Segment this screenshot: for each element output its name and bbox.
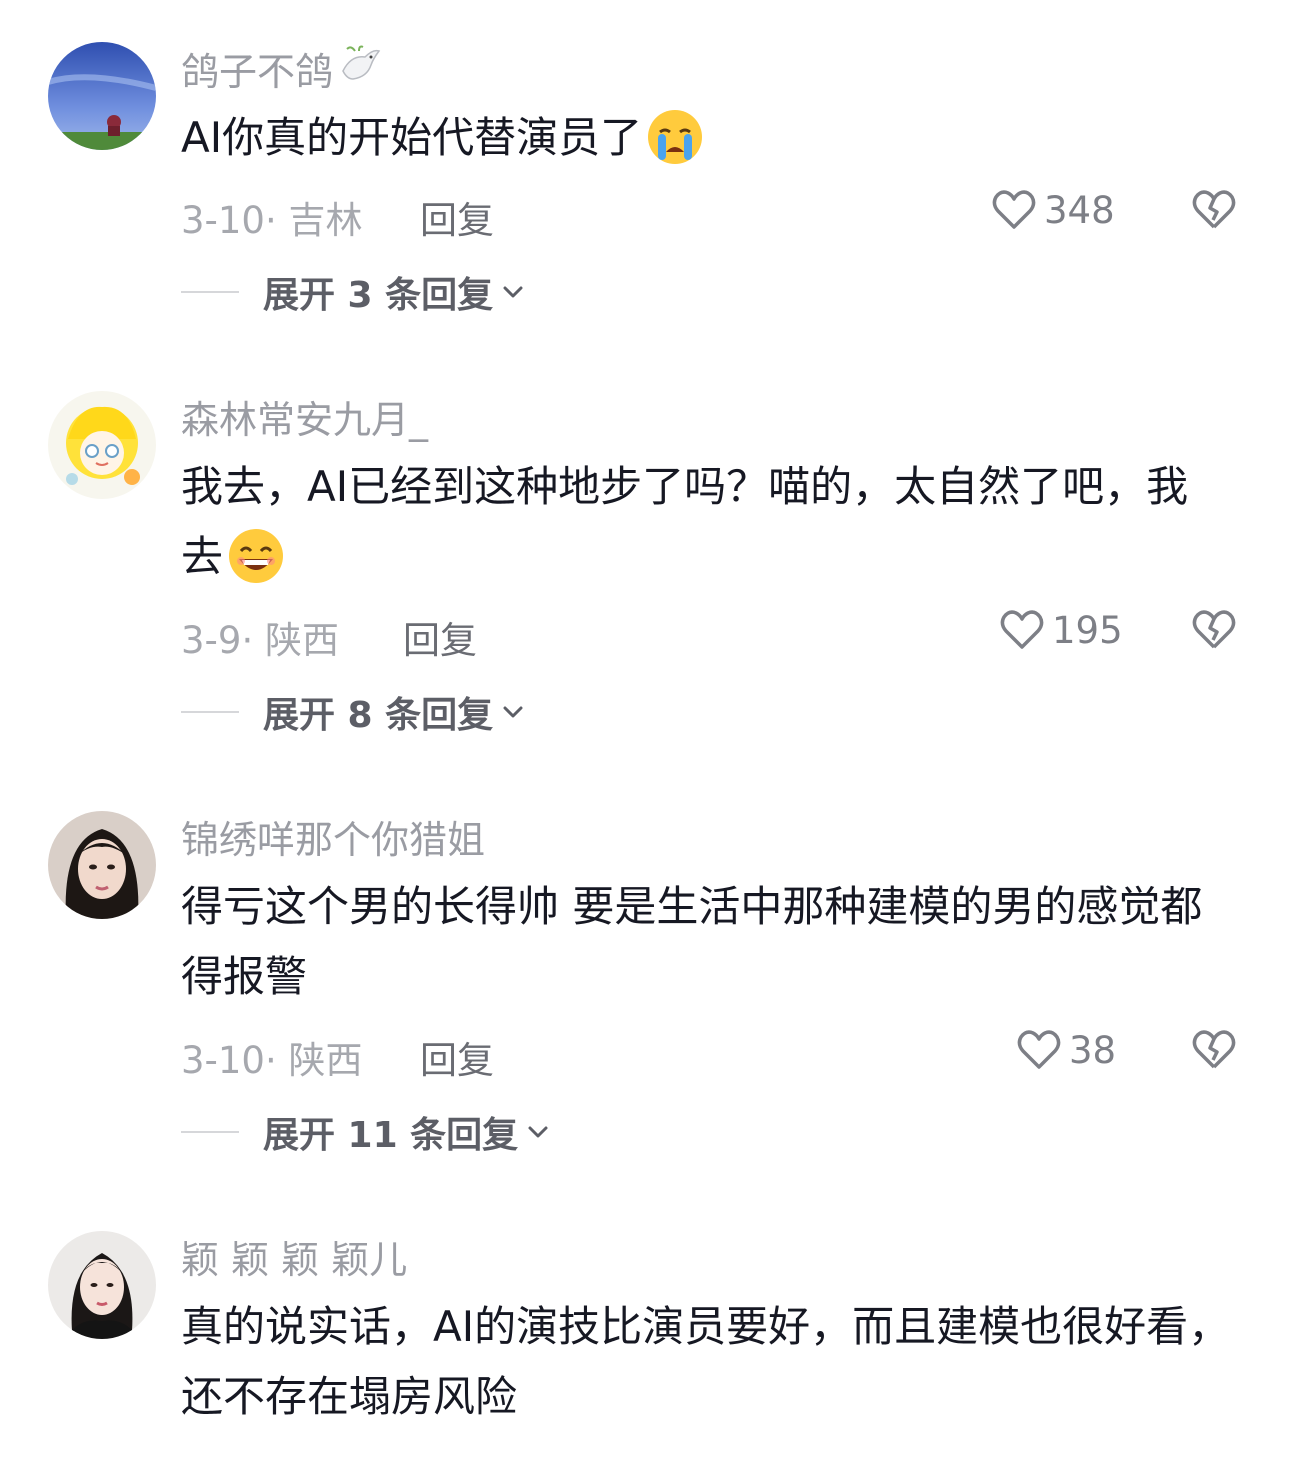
dove-icon	[337, 41, 383, 96]
comment-text-body: 我去，AI已经到这种地步了吗？喵的，太自然了吧，我去	[181, 462, 1189, 581]
like-count: 348	[1044, 188, 1115, 232]
like-button[interactable]: 195	[998, 606, 1123, 654]
comment-text: 我去，AI已经到这种地步了吗？喵的，太自然了吧，我去	[181, 452, 1221, 592]
avatar[interactable]	[48, 391, 156, 499]
like-button[interactable]: 38	[1015, 1026, 1116, 1074]
meta-separator: ·	[264, 1039, 289, 1082]
grinning-face-icon	[229, 528, 284, 583]
comment-text-body: 真的说实话，AI的演技比演员要好，而且建模也很好看，还不存在塌房风险	[181, 1302, 1231, 1421]
avatar[interactable]	[48, 1231, 156, 1339]
username[interactable]: 鸽子不鸽	[181, 44, 383, 94]
comment-location: 陕西	[264, 619, 339, 662]
expand-replies-button[interactable]: 展开 8 条回复	[181, 690, 527, 736]
divider-line	[181, 1131, 239, 1133]
comment-location: 陕西	[288, 1039, 363, 1082]
broken-heart-icon[interactable]	[1190, 1026, 1238, 1074]
comment-meta: 3-9· 陕西	[181, 610, 339, 664]
reply-button[interactable]: 回复	[403, 610, 477, 664]
like-count: 38	[1069, 1028, 1117, 1072]
comment-text-body: 得亏这个男的长得帅 要是生活中那种建模的男的感觉都得报警	[181, 882, 1203, 1001]
username[interactable]: 颖 颖 颖 颖儿	[181, 1232, 407, 1282]
meta-separator: ·	[264, 199, 289, 242]
comment-text: AI你真的开始代替演员了	[181, 103, 1241, 173]
broken-heart-icon[interactable]	[1190, 186, 1238, 234]
comment-meta: 3-10· 吉林	[181, 190, 363, 244]
heart-icon	[1000, 610, 1044, 649]
expand-replies-label: 展开 11 条回复	[263, 1115, 519, 1156]
crying-face-icon	[648, 109, 703, 164]
comment-meta: 3-10· 陕西	[181, 1030, 363, 1084]
expand-replies-button[interactable]: 展开 3 条回复	[181, 270, 527, 316]
comment-date: 3-10	[181, 199, 265, 242]
divider-line	[181, 291, 239, 293]
expand-replies-button[interactable]: 展开 11 条回复	[181, 1110, 552, 1156]
heart-icon	[992, 190, 1036, 229]
meta-separator: ·	[241, 619, 265, 662]
expand-replies-label: 展开 8 条回复	[263, 695, 494, 736]
reply-button[interactable]: 回复	[420, 190, 494, 244]
username[interactable]: 锦绣咩那个你猎姐	[181, 812, 485, 862]
comment-text-body: AI你真的开始代替演员了	[181, 113, 643, 162]
comment-location: 吉林	[288, 199, 363, 242]
comment-text: 真的说实话，AI的演技比演员要好，而且建模也很好看，还不存在塌房风险	[181, 1292, 1231, 1432]
avatar[interactable]	[48, 811, 156, 919]
heart-icon	[1017, 1030, 1061, 1069]
comment-date: 3-10	[181, 1039, 265, 1082]
reply-button[interactable]: 回复	[420, 1030, 494, 1084]
comment-date: 3-9	[181, 619, 242, 662]
comment-text: 得亏这个男的长得帅 要是生活中那种建模的男的感觉都得报警	[181, 872, 1221, 1012]
username[interactable]: 森林常安九月_	[181, 392, 428, 442]
like-button[interactable]: 348	[990, 186, 1115, 234]
username-text: 鸽子不鸽	[181, 49, 334, 94]
broken-heart-icon[interactable]	[1190, 606, 1238, 654]
chevron-down-icon	[503, 706, 523, 718]
expand-replies-label: 展开 3 条回复	[263, 275, 494, 316]
avatar[interactable]	[48, 42, 156, 150]
chevron-down-icon	[503, 286, 523, 298]
divider-line	[181, 711, 239, 713]
like-count: 195	[1052, 608, 1123, 652]
comment-list: { "comments": [ { "username": "鸽子不鸽", "u…	[0, 0, 1290, 1458]
chevron-down-icon	[528, 1126, 548, 1138]
